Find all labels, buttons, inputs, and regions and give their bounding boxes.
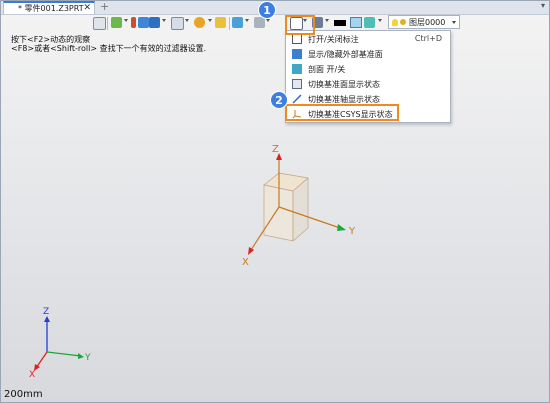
view-triad: Z Y X xyxy=(29,307,91,380)
highlight-step-2 xyxy=(285,104,399,121)
triad-label-y: Y xyxy=(84,353,91,363)
app-window: * 零件001.Z3PRT ✕ + ▾ 图层0000 按下<F2>动态的观察 <… xyxy=(0,0,550,403)
menu-item-label: 打开/关闭标注 xyxy=(308,35,359,44)
axis-arrow xyxy=(78,353,84,359)
datum-csys[interactable]: Z Y X xyxy=(242,144,356,268)
graphics-viewport[interactable]: Z Y X Z Y X xyxy=(1,1,549,402)
axis-label-y: Y xyxy=(348,226,356,237)
axis-arrow xyxy=(248,247,254,255)
menu-item-datum-plane-display[interactable]: 切换基准面显示状态 xyxy=(286,77,450,92)
plane-display-icon xyxy=(292,79,302,89)
section-icon xyxy=(292,64,302,74)
step-badge-1: 1 xyxy=(259,2,275,18)
menu-item-external-datum[interactable]: 显示/隐藏外部基准面 xyxy=(286,47,450,62)
menu-item-label: 剖面 开/关 xyxy=(308,65,346,74)
highlight-step-1 xyxy=(285,15,315,35)
axis-label-z: Z xyxy=(272,144,279,155)
triad-label-z: Z xyxy=(43,307,49,317)
axis-arrow xyxy=(337,224,346,231)
menu-item-section-view[interactable]: 剖面 开/关 xyxy=(286,62,450,77)
datum-plane-icon xyxy=(292,49,302,59)
menu-item-shortcut: Ctrl+D xyxy=(414,34,442,43)
step-badge-2: 2 xyxy=(271,92,287,108)
menu-item-label: 显示/隐藏外部基准面 xyxy=(308,50,383,59)
axis-label-x: X xyxy=(242,257,249,268)
triad-axis-y xyxy=(46,351,82,357)
menu-item-label: 切换基准面显示状态 xyxy=(308,80,380,89)
annotation-icon xyxy=(292,34,302,44)
triad-label-x: X xyxy=(29,370,35,380)
scale-readout: 200mm xyxy=(4,389,43,400)
axis-display-icon xyxy=(292,94,302,104)
